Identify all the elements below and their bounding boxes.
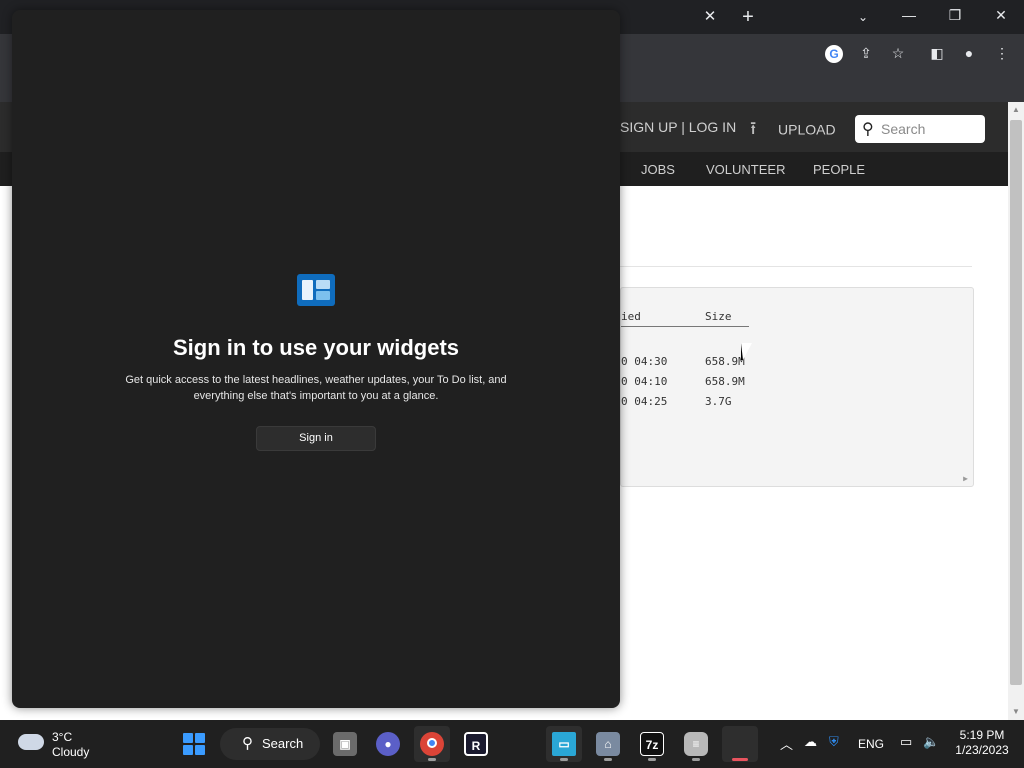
cloud-icon	[18, 734, 44, 750]
row-modified: 0 04:30	[621, 355, 668, 368]
r-app-icon: R	[464, 732, 488, 756]
scroll-up-icon[interactable]: ▲	[1008, 102, 1024, 118]
search-icon: ⚲	[242, 735, 253, 752]
weather-condition: Cloudy	[52, 745, 90, 759]
show-hidden-icons-chevron-icon[interactable]: ︿	[780, 734, 793, 753]
teams-chat-icon: ●	[376, 732, 400, 756]
network-app-button[interactable]: ⌂	[590, 726, 626, 762]
nav-volunteer[interactable]: VOLUNTEER	[706, 162, 785, 177]
remote-desktop-icon: ▭	[552, 732, 576, 756]
clock-time: 5:19 PM	[959, 728, 1005, 742]
content-divider	[620, 266, 972, 267]
7zip-button[interactable]: 7z	[634, 726, 670, 762]
widgets-title: Sign in to use your widgets	[172, 335, 460, 360]
volume-icon[interactable]: 🔈	[923, 734, 939, 750]
row-size: 658.9M	[705, 355, 745, 368]
site-search-box[interactable]: ⚲	[855, 115, 985, 143]
7zip-icon: 7z	[640, 732, 664, 756]
row-size: 658.9M	[705, 375, 745, 388]
row-size: 3.7G	[705, 395, 732, 408]
database-icon: ≡	[684, 732, 708, 756]
system-clock[interactable]: 5:19 PM 1/23/2023	[946, 728, 1018, 758]
row-modified: 0 04:10	[621, 375, 668, 388]
column-header-modified[interactable]: ied	[621, 310, 641, 323]
header-underline	[621, 326, 749, 327]
network-app-icon: ⌂	[596, 732, 620, 756]
chrome-icon	[420, 732, 444, 756]
new-tab-button[interactable]: +	[736, 6, 760, 28]
google-icon[interactable]: G	[823, 42, 845, 64]
windows-start-icon	[183, 733, 205, 755]
running-indicator	[732, 758, 748, 761]
profile-icon[interactable]: ●	[958, 42, 980, 64]
file-listing: ied Size 0 04:30 658.9M 0 04:10 658.9M 0…	[620, 287, 974, 487]
r-app-button[interactable]: R	[458, 726, 494, 762]
mouse-cursor-icon	[741, 343, 752, 360]
running-indicator	[604, 758, 612, 761]
side-panel-icon[interactable]: ◧	[926, 42, 948, 64]
running-indicator	[692, 758, 700, 761]
weather-temp: 3°C	[52, 730, 73, 744]
widgets-signin-button[interactable]: Sign in	[256, 426, 376, 451]
upload-button[interactable]: ⭱ UPLOAD	[750, 116, 836, 146]
taskbar: 3°C Cloudy ⚲ Search ▣ ● R ▭ ⌂ 7z ≡ ︿ ☁ ⛨…	[0, 720, 1024, 768]
nav-jobs[interactable]: JOBS	[641, 162, 675, 177]
taskbar-search-label: Search	[262, 736, 304, 751]
network-icon[interactable]: ▭	[900, 734, 912, 750]
menu-icon[interactable]: ⋮	[991, 42, 1013, 64]
minimize-button[interactable]: —	[886, 0, 932, 30]
scrollbar-thumb[interactable]	[1010, 120, 1022, 685]
widgets-panel: Sign in to use your widgets Get quick ac…	[12, 10, 620, 708]
security-shield-icon[interactable]: ⛨	[829, 734, 839, 750]
taskbar-search[interactable]: ⚲ Search	[220, 728, 320, 760]
share-icon[interactable]: ⇪	[855, 42, 877, 64]
remote-desktop-button[interactable]: ▭	[546, 726, 582, 762]
close-window-button[interactable]: ✕	[978, 0, 1024, 30]
active-window-button[interactable]	[722, 726, 758, 762]
scroll-down-icon[interactable]: ▼	[1008, 704, 1024, 720]
start-button[interactable]	[176, 726, 212, 762]
bookmark-star-icon[interactable]: ☆	[887, 42, 909, 64]
restore-button[interactable]: ❐	[932, 0, 978, 30]
nav-people[interactable]: PEOPLE	[813, 162, 865, 177]
signup-login-link[interactable]: SIGN UP | LOG IN	[620, 119, 736, 135]
weather-widget[interactable]: 3°C Cloudy	[18, 728, 118, 762]
task-view-icon: ▣	[333, 732, 357, 756]
upload-label: UPLOAD	[778, 121, 836, 138]
row-modified: 0 04:25	[621, 395, 668, 408]
widgets-icon	[297, 274, 335, 306]
running-indicator	[428, 758, 436, 761]
scroll-right-icon[interactable]: ▶	[963, 474, 968, 483]
search-input[interactable]	[881, 119, 979, 139]
tab-close-icon[interactable]: ✕	[700, 7, 720, 27]
page-scrollbar[interactable]: ▲ ▼	[1008, 102, 1024, 720]
upload-icon: ⭱	[750, 118, 757, 138]
teams-chat-button[interactable]: ●	[370, 726, 406, 762]
tab-search-icon[interactable]: ⌄	[852, 6, 874, 28]
language-indicator[interactable]: ENG	[858, 737, 884, 751]
running-indicator	[560, 758, 568, 761]
running-indicator	[648, 758, 656, 761]
database-app-button[interactable]: ≡	[678, 726, 714, 762]
search-icon: ⚲	[862, 121, 874, 138]
onedrive-cloud-icon[interactable]: ☁	[804, 734, 817, 750]
chrome-taskbar-button[interactable]	[414, 726, 450, 762]
column-header-size[interactable]: Size	[705, 310, 732, 323]
clock-date: 1/23/2023	[955, 743, 1009, 757]
widgets-description: Get quick access to the latest headlines…	[125, 374, 507, 402]
task-view-button[interactable]: ▣	[327, 726, 363, 762]
